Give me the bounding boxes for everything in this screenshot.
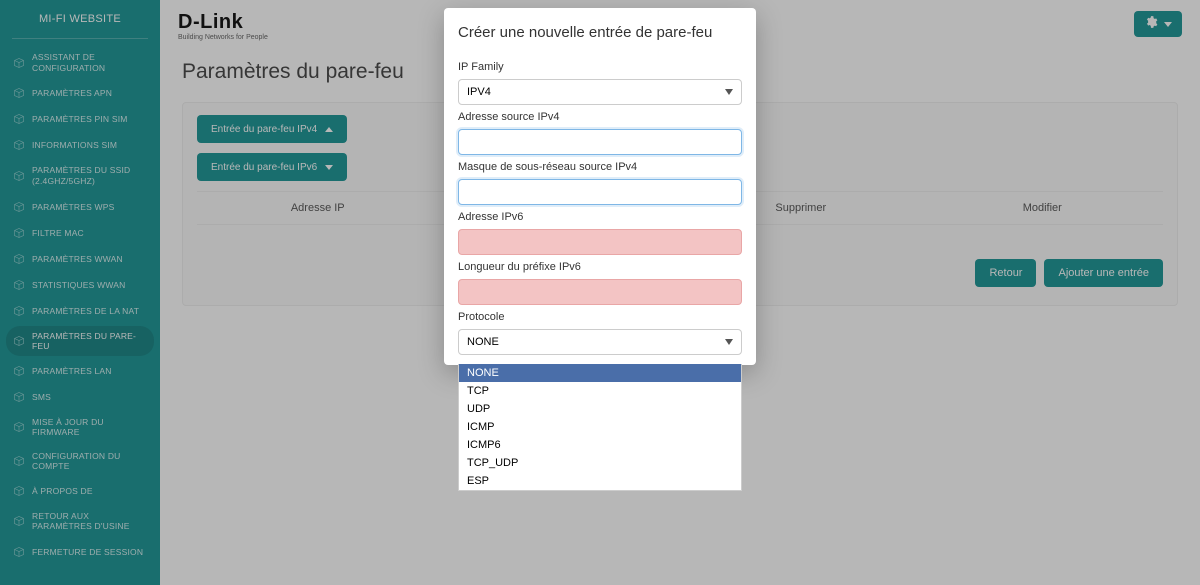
ipv6-prefix-input <box>458 279 742 305</box>
protocol-option-tcp_udp[interactable]: TCP_UDP <box>459 454 741 472</box>
protocol-option-icmp6[interactable]: ICMP6 <box>459 436 741 454</box>
ip-family-value: IPV4 <box>467 86 491 98</box>
label-protocol: Protocole <box>458 311 742 323</box>
caret-down-icon <box>725 339 733 345</box>
label-src-ipv4-mask: Masque de sous-réseau source IPv4 <box>458 161 742 173</box>
protocol-dropdown: NONETCPUDPICMPICMP6TCP_UDPESP <box>458 364 742 491</box>
protocol-option-icmp[interactable]: ICMP <box>459 418 741 436</box>
src-ipv4-mask-input[interactable] <box>458 179 742 205</box>
ipv6-addr-input <box>458 229 742 255</box>
create-firewall-entry-modal: Créer une nouvelle entrée de pare-feu IP… <box>444 8 756 365</box>
protocol-value: NONE <box>467 336 499 348</box>
protocol-option-none[interactable]: NONE <box>459 364 741 382</box>
label-ipv6-prefix: Longueur du préfixe IPv6 <box>458 261 742 273</box>
src-ipv4-input[interactable] <box>458 129 742 155</box>
caret-down-icon <box>725 89 733 95</box>
modal-title: Créer une nouvelle entrée de pare-feu <box>444 8 756 55</box>
label-ipv6-addr: Adresse IPv6 <box>458 211 742 223</box>
ip-family-select[interactable]: IPV4 <box>458 79 742 105</box>
protocol-option-udp[interactable]: UDP <box>459 400 741 418</box>
label-ip-family: IP Family <box>458 61 742 73</box>
protocol-option-tcp[interactable]: TCP <box>459 382 741 400</box>
label-src-ipv4: Adresse source IPv4 <box>458 111 742 123</box>
protocol-option-esp[interactable]: ESP <box>459 472 741 490</box>
protocol-select[interactable]: NONE <box>458 329 742 355</box>
